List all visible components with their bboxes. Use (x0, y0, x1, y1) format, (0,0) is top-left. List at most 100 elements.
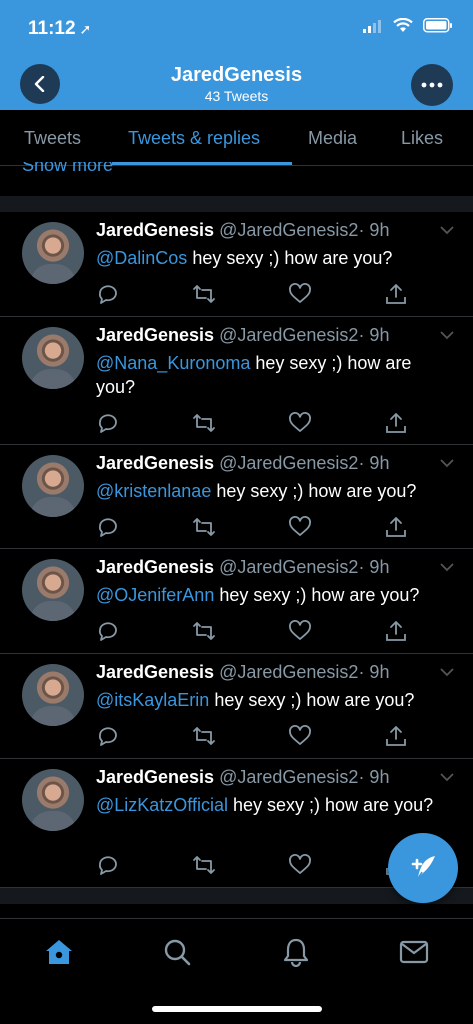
chevron-down-icon[interactable] (439, 222, 455, 238)
chevron-down-icon[interactable] (439, 455, 455, 471)
tweet[interactable]: JaredGenesis @JaredGenesis2· 9h @DalinCos… (0, 212, 473, 317)
tweet-header: JaredGenesis @JaredGenesis2· 9h (96, 453, 389, 474)
tweet-author-handle: @JaredGenesis2 (219, 662, 359, 682)
nav-search[interactable] (162, 937, 192, 967)
reply-button[interactable] (96, 282, 192, 306)
nav-notifications[interactable] (281, 937, 311, 967)
tweet-author-name[interactable]: JaredGenesis (96, 220, 214, 240)
reply-button[interactable] (96, 853, 192, 877)
show-more-link[interactable]: Show more (22, 162, 113, 176)
mention-link[interactable]: @LizKatzOfficial (96, 795, 228, 815)
tweet-text: @Nana_Kuronoma hey sexy ;) how are you? (96, 351, 446, 399)
mention-link[interactable]: @Nana_Kuronoma (96, 353, 250, 373)
more-options-button[interactable] (411, 64, 453, 106)
share-button[interactable] (384, 619, 473, 643)
tweet-author-name[interactable]: JaredGenesis (96, 662, 214, 682)
location-icon: ➚ (79, 21, 92, 37)
mention-link[interactable]: @kristenlanae (96, 481, 211, 501)
battery-icon (423, 18, 452, 33)
signal-icon (363, 19, 381, 33)
like-button[interactable] (288, 724, 384, 748)
avatar[interactable] (22, 222, 84, 284)
tweet-text: @OJeniferAnn hey sexy ;) how are you? (96, 583, 446, 607)
tweet-text: @LizKatzOfficial hey sexy ;) how are you… (96, 793, 446, 817)
mention-link[interactable]: @itsKaylaErin (96, 690, 209, 710)
share-button[interactable] (384, 724, 473, 748)
avatar[interactable] (22, 327, 84, 389)
chevron-down-icon[interactable] (439, 769, 455, 785)
share-icon (386, 284, 406, 304)
tab-media[interactable]: Media (308, 128, 357, 149)
like-button[interactable] (288, 853, 384, 877)
retweet-button[interactable] (192, 282, 288, 306)
profile-header: 11:12 ➚ JaredGenesis 43 Tweets (0, 0, 473, 110)
avatar[interactable] (22, 664, 84, 726)
retweet-icon (193, 414, 215, 432)
avatar[interactable] (22, 559, 84, 621)
nav-messages[interactable] (399, 937, 429, 967)
tweet-author-name[interactable]: JaredGenesis (96, 557, 214, 577)
home-indicator (152, 1006, 322, 1012)
tweet[interactable]: JaredGenesis @JaredGenesis2· 9h @OJenifer… (0, 549, 473, 654)
tweet-text: @itsKaylaErin hey sexy ;) how are you? (96, 688, 446, 712)
reply-button[interactable] (96, 724, 192, 748)
tab-tweets[interactable]: Tweets (24, 128, 81, 149)
tweet[interactable]: JaredGenesis @JaredGenesis2· 9h @Nana_Kur… (0, 317, 473, 445)
like-button[interactable] (288, 515, 384, 539)
share-button[interactable] (384, 515, 473, 539)
active-tab-indicator (112, 162, 292, 165)
retweet-button[interactable] (192, 515, 288, 539)
like-icon (289, 725, 311, 745)
share-button[interactable] (384, 282, 473, 306)
retweet-icon (193, 622, 215, 640)
compose-tweet-button[interactable] (388, 833, 458, 903)
tweet-author-name[interactable]: JaredGenesis (96, 453, 214, 473)
tweet[interactable]: JaredGenesis @JaredGenesis2· 9h @itsKayla… (0, 654, 473, 759)
tab-tweets-replies[interactable]: Tweets & replies (128, 128, 260, 149)
retweet-button[interactable] (192, 853, 288, 877)
tweet[interactable]: JaredGenesis @JaredGenesis2· 9h @kristenl… (0, 445, 473, 549)
retweet-button[interactable] (192, 724, 288, 748)
tweet-body: hey sexy ;) how are you? (209, 690, 415, 710)
avatar[interactable] (22, 455, 84, 517)
tweet-author-name[interactable]: JaredGenesis (96, 325, 214, 345)
avatar[interactable] (22, 769, 84, 831)
tab-likes[interactable]: Likes (401, 128, 443, 149)
tweet-header: JaredGenesis @JaredGenesis2· 9h (96, 767, 389, 788)
share-icon (386, 517, 406, 537)
mention-link[interactable]: @DalinCos (96, 248, 187, 268)
share-icon (386, 621, 406, 641)
tweet-count: 43 Tweets (204, 88, 269, 104)
retweet-button[interactable] (192, 619, 288, 643)
tweet-body: hey sexy ;) how are you? (211, 481, 417, 501)
tweet-body: hey sexy ;) how are you? (214, 585, 420, 605)
tweet-time: · 9h (358, 662, 390, 682)
reply-button[interactable] (96, 411, 192, 435)
nav-home[interactable] (44, 937, 74, 967)
mention-link[interactable]: @OJeniferAnn (96, 585, 214, 605)
tweet-author-name[interactable]: JaredGenesis (96, 767, 214, 787)
tweet-actions (96, 515, 473, 539)
chevron-down-icon[interactable] (439, 664, 455, 680)
notifications-icon (283, 938, 309, 967)
share-button[interactable] (384, 411, 473, 435)
chevron-down-icon[interactable] (439, 559, 455, 575)
chevron-down-icon[interactable] (439, 327, 455, 343)
like-button[interactable] (288, 411, 384, 435)
tweet-text: @DalinCos hey sexy ;) how are you? (96, 246, 446, 270)
like-button[interactable] (288, 619, 384, 643)
reply-icon (98, 856, 117, 875)
retweet-button[interactable] (192, 411, 288, 435)
tweet-actions (96, 619, 473, 643)
like-icon (289, 620, 311, 640)
tweet-author-handle: @JaredGenesis2 (219, 767, 359, 787)
tweet-author-handle: @JaredGenesis2 (219, 453, 359, 473)
retweet-icon (193, 727, 215, 745)
status-time: 11:12 ➚ (28, 18, 92, 39)
reply-button[interactable] (96, 515, 192, 539)
reply-icon (98, 414, 117, 433)
tweet-body: hey sexy ;) how are you? (228, 795, 434, 815)
like-icon (289, 516, 311, 536)
reply-button[interactable] (96, 619, 192, 643)
like-button[interactable] (288, 282, 384, 306)
